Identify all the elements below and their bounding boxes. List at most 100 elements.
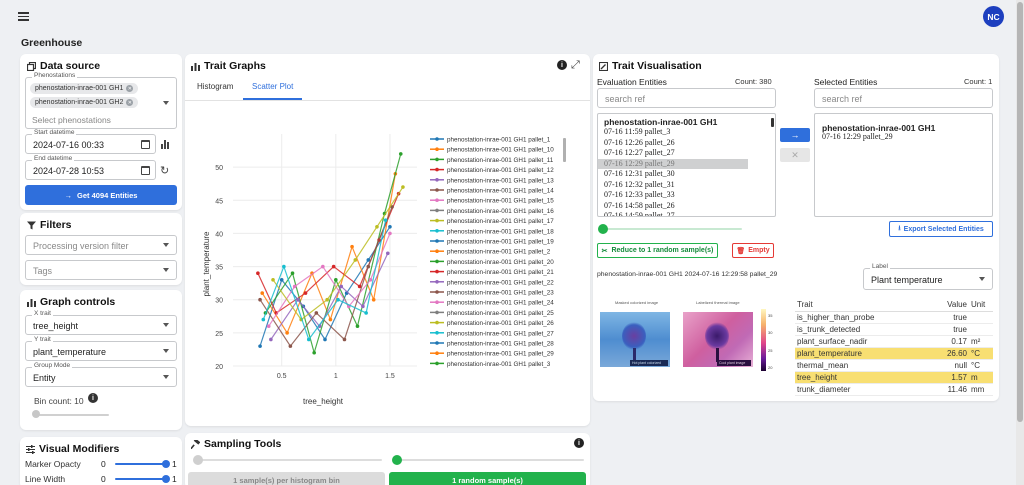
selected-search-input[interactable]: search ref [814,88,993,108]
line-width-label: Line Width [25,474,66,484]
evaluation-item[interactable]: 07-16 12:33 pallet_33 [598,190,770,201]
random-sample-slider[interactable] [397,459,584,461]
marker-opacity-slider[interactable] [115,463,165,465]
graph-controls-title: Graph controls [40,296,116,308]
histogram-sample-knob[interactable] [193,455,203,465]
phenostation-chip[interactable]: phenostation-inrae-001 GH2 ✕ [30,97,139,108]
thermal-image-caption: Labelized thermal image [696,300,740,305]
remove-button[interactable]: ✕ [780,148,810,162]
evaluation-item[interactable]: 07-16 11:59 pallet_3 [598,127,770,138]
trait-label-select[interactable]: Label Plant temperature [863,263,993,290]
close-icon[interactable]: ✕ [126,85,134,92]
data-point [325,297,329,302]
reduce-button[interactable]: ✂ Reduce to 1 random sample(s) [597,243,718,258]
tab-histogram[interactable]: Histogram [197,82,233,91]
trait-name: trunk_diameter [795,383,930,396]
line-width-slider[interactable] [115,478,165,480]
legend-label: phenostation-inrae-001 GH1 pallet_20 [447,259,554,266]
marker-opacity-knob[interactable] [162,460,170,468]
sampling-tools-title: Sampling Tools [204,438,282,450]
chevron-down-icon[interactable] [163,268,169,272]
tab-scatter-plot[interactable]: Scatter Plot [252,82,293,91]
hamburger-menu-icon[interactable] [18,12,29,21]
evaluation-item[interactable]: 07-16 12:29 pallet_29 [598,158,748,169]
unit-header: Unit [969,298,993,312]
list-scrollbar[interactable] [771,118,774,127]
sample-per-bin-button[interactable]: 1 sample(s) per histogram bin [188,472,385,485]
trait-row: tree_height 1.57 m [795,371,993,384]
phenostations-select[interactable]: Phenostations phenostation-inrae-001 GH1… [25,72,177,129]
close-icon[interactable]: ✕ [126,99,134,106]
x-trait-select[interactable]: X trait tree_height [25,310,177,335]
trait-label-label: Label [870,263,890,270]
calendar-icon[interactable] [141,140,150,149]
calendar-icon[interactable] [141,166,150,175]
evaluation-search-input[interactable]: search ref [597,88,776,108]
chevron-down-icon[interactable] [979,277,985,281]
chart-ticks: 20 25 30 35 40 45 50 0.5 1 1.5 [215,165,395,380]
evaluation-item[interactable]: 07-16 14:59 pallet_27 [598,211,770,216]
colorbar-tick: 35 [768,313,773,318]
info-icon[interactable]: i [88,393,98,403]
selected-item[interactable]: 07-16 12:29 pallet_29 [816,132,893,143]
chevron-down-icon[interactable] [163,101,169,105]
histogram-sample-slider[interactable] [197,459,382,461]
group-mode-select[interactable]: Group Mode Entity [25,362,177,387]
data-point [339,284,344,289]
line-width-knob[interactable] [162,475,170,483]
fullscreen-icon[interactable]: ⤢ [571,59,580,72]
processing-version-select[interactable]: Processing version filter [25,235,177,255]
avatar[interactable]: NC [983,6,1004,27]
bin-count-slider-knob[interactable] [32,410,40,418]
evaluation-item[interactable]: 07-16 12:26 pallet_26 [598,138,770,149]
export-button[interactable]: ⭳ Export Selected Entities [889,221,993,237]
get-entities-button[interactable]: → Get 4094 Entities [25,185,177,205]
refresh-icon[interactable]: ↻ [160,164,169,177]
evaluation-item[interactable]: 07-16 12:27 pallet_27 [598,148,770,159]
evaluation-range-knob[interactable] [598,224,608,234]
data-point [290,271,295,275]
move-right-button[interactable]: → [780,128,810,142]
reduce-label: Reduce to 1 random sample(s) [611,247,714,254]
chevron-down-icon[interactable] [163,323,169,327]
start-datetime-field[interactable]: Start datetime 2024-07-16 00:33 [25,129,156,154]
legend-marker [435,188,439,192]
sampling-tools-heading: Sampling Tools [191,438,281,450]
random-sample-button[interactable]: 1 random sample(s) [389,472,586,485]
random-sample-knob[interactable] [392,455,402,465]
tags-select[interactable]: Tags [25,260,177,280]
series-line [257,193,400,314]
legend-marker [435,167,439,172]
info-icon[interactable]: i [574,438,584,448]
evaluation-item[interactable]: 07-16 12:32 pallet_31 [598,180,770,191]
evaluation-item[interactable]: 07-16 14:58 pallet_26 [598,201,770,212]
phenostation-chip[interactable]: phenostation-inrae-001 GH1 ✕ [30,83,139,94]
end-datetime-field[interactable]: End datetime 2024-07-28 10:53 [25,155,156,180]
scrollbar[interactable] [1016,0,1024,485]
data-point [371,297,376,302]
chevron-down-icon[interactable] [163,349,169,353]
trait-value: 11.46 [929,383,969,396]
evaluation-entities-list[interactable]: phenostation-inrae-001 GH1 07-16 11:59 p… [597,113,776,217]
trait-graphs-title: Trait Graphs [204,60,266,72]
info-icon[interactable]: i [557,60,567,70]
data-source-heading: Data source [27,60,100,72]
chevron-down-icon[interactable] [163,243,169,247]
selected-entities-list[interactable]: phenostation-inrae-001 GH1 07-16 12:29 p… [814,113,993,217]
chart-icon[interactable] [161,139,171,149]
data-point [258,297,262,302]
data-point [261,317,266,322]
bin-count-slider[interactable] [34,414,109,416]
data-point [334,278,338,282]
scatter-chart[interactable]: 20 25 30 35 40 45 50 0.5 1 1.5 phenostation-inrae… [185,104,590,424]
chevron-down-icon[interactable] [163,375,169,379]
trait-value: null [929,359,969,372]
empty-button[interactable]: 🗑 Empty [732,243,774,258]
legend-label: phenostation-inrae-001 GH1 pallet_2 [447,249,551,256]
evaluation-item[interactable]: 07-16 12:31 pallet_30 [598,169,770,180]
y-trait-select[interactable]: Y trait plant_temperature [25,336,177,361]
legend-label: phenostation-inrae-001 GH1 pallet_1 [447,137,551,144]
evaluation-range-slider[interactable] [602,228,742,230]
marker-opacity-min: 0 [101,459,106,469]
masked-image-caption: Masked colorized image [615,300,659,305]
